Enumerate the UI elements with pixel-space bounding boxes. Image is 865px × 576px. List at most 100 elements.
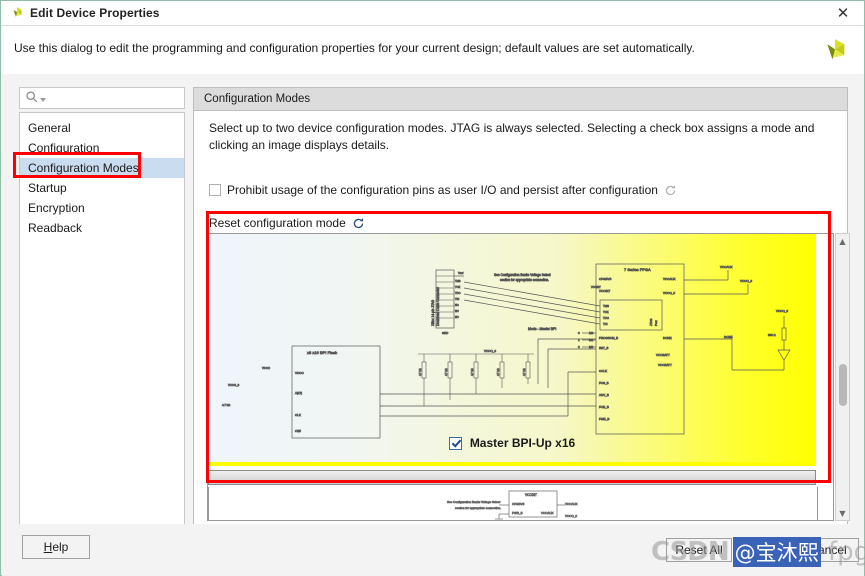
reset-all-button[interactable]: Reset All xyxy=(666,538,732,562)
title-bar: Edit Device Properties ✕ xyxy=(1,1,864,26)
sidebar-item-configuration[interactable]: Configuration xyxy=(20,138,184,158)
sidebar-item-encryption[interactable]: Encryption xyxy=(20,198,184,218)
svg-text:Mode - Master BPI: Mode - Master BPI xyxy=(528,327,556,331)
reset-circular-arrow-icon[interactable] xyxy=(352,217,365,230)
prohibit-config-pins-label: Prohibit usage of the configuration pins… xyxy=(227,183,658,197)
svg-text:VCCO_0: VCCO_0 xyxy=(776,309,788,313)
close-icon[interactable]: ✕ xyxy=(826,1,860,24)
prohibit-config-pins-row: Prohibit usage of the configuration pins… xyxy=(209,183,677,197)
main-panel: Configuration Modes Select up to two dev… xyxy=(193,87,850,531)
svg-text:TMS: TMS xyxy=(455,279,461,283)
panel-title: Configuration Modes xyxy=(204,93,311,105)
mode-card-next-partial[interactable]: VCCINT CFGBVS PWR_B VCCAUX VCCAUX VCCO_0… xyxy=(208,487,818,520)
mode-checkbox-master-bpi-up-x16[interactable] xyxy=(448,436,462,450)
svg-text:FCS_B: FCS_B xyxy=(599,381,609,385)
scrollbar-thumb[interactable] xyxy=(839,364,847,406)
svg-text:CFGBVS: CFGBVS xyxy=(599,277,611,281)
sidebar-item-configuration-modes[interactable]: Configuration Modes xyxy=(20,158,184,178)
schematic-diagram-partial: VCCINT CFGBVS PWR_B VCCAUX VCCAUX VCCO_0… xyxy=(447,490,578,520)
cancel-button[interactable]: Cancel xyxy=(797,538,859,562)
svg-text:TCK: TCK xyxy=(603,310,609,314)
svg-text:TDI: TDI xyxy=(603,322,608,326)
dialog-window: Edit Device Properties ✕ Use this dialog… xyxy=(0,0,865,576)
svg-text:PWR_B: PWR_B xyxy=(512,511,523,515)
sidebar-item-readback[interactable]: Readback xyxy=(20,218,184,238)
svg-text:0: 0 xyxy=(578,331,580,335)
svg-text:VCCO_0: VCCO_0 xyxy=(565,514,577,518)
search-input[interactable] xyxy=(46,90,172,106)
image-region-scrollbar[interactable]: ▲ ▼ xyxy=(835,233,850,521)
svg-text:TDO: TDO xyxy=(603,316,610,320)
svg-text:VCCAUX: VCCAUX xyxy=(720,265,733,269)
svg-text:VCCO: VCCO xyxy=(295,371,304,375)
svg-text:4.7 kΩ: 4.7 kΩ xyxy=(222,403,230,407)
svg-text:VCCO_0: VCCO_0 xyxy=(484,349,496,353)
svg-text:TCK: TCK xyxy=(455,285,460,289)
svg-text:4.7 kΩ: 4.7 kΩ xyxy=(444,368,448,376)
svg-text:VCCAUX: VCCAUX xyxy=(565,502,578,506)
mode-card-master-bpi-up-x16[interactable]: Xilinx 14-pin JTAG Download Cable Connec… xyxy=(208,234,816,466)
svg-text:NC: NC xyxy=(455,303,459,307)
svg-text:DONE: DONE xyxy=(663,336,672,340)
xilinx-logo-icon xyxy=(9,5,25,21)
svg-text:0: 0 xyxy=(578,345,580,349)
panel-description: Select up to two device configuration mo… xyxy=(209,121,815,152)
search-icon xyxy=(25,90,39,107)
svg-text:TDI: TDI xyxy=(455,297,459,301)
svg-text:4.7 kΩ: 4.7 kΩ xyxy=(418,368,422,376)
configuration-modes-image-region[interactable]: Xilinx 14-pin JTAG Download Cable Connec… xyxy=(207,233,834,521)
window-title: Edit Device Properties xyxy=(30,6,160,20)
svg-text:GND: GND xyxy=(442,331,448,335)
sidebar-item-startup[interactable]: Startup xyxy=(20,178,184,198)
svg-text:VCCBATT: VCCBATT xyxy=(658,363,672,367)
scroll-down-arrow-icon[interactable]: ▼ xyxy=(836,506,849,520)
svg-text:FOE_B: FOE_B xyxy=(599,405,609,409)
svg-text:VCCO_0: VCCO_0 xyxy=(228,383,240,387)
svg-text:CE#: CE# xyxy=(295,429,301,433)
svg-text:Port: Port xyxy=(654,320,658,326)
svg-text:NC: NC xyxy=(455,315,459,319)
help-button[interactable]: Help xyxy=(22,535,90,559)
svg-text:330 Ω: 330 Ω xyxy=(768,333,776,337)
sidebar: General Configuration Configuration Mode… xyxy=(19,87,187,531)
svg-text:CCLK: CCLK xyxy=(599,369,607,373)
svg-text:7 Series FPGA: 7 Series FPGA xyxy=(624,267,651,272)
sidebar-item-general[interactable]: General xyxy=(20,118,184,138)
svg-text:A[27]: A[27] xyxy=(295,391,302,395)
svg-text:VCCINT: VCCINT xyxy=(599,289,610,293)
svg-text:Vref: Vref xyxy=(458,271,464,275)
svg-text:x8 x16 BPI Flash: x8 x16 BPI Flash xyxy=(307,350,337,355)
prohibit-config-pins-checkbox[interactable] xyxy=(209,184,221,196)
help-button-mnemonic: H xyxy=(43,540,53,554)
xilinx-brand-logo-icon xyxy=(818,34,852,68)
svg-text:See Configuration Banks Voltag: See Configuration Banks Voltage Select xyxy=(447,500,500,504)
mode-card-separator xyxy=(208,470,816,485)
reset-configuration-mode-row: Reset configuration mode xyxy=(209,216,365,230)
svg-text:JTAG: JTAG xyxy=(649,318,653,326)
mode-label-master-bpi-up-x16: Master BPI-Up x16 xyxy=(469,436,576,450)
svg-text:VCCBATT: VCCBATT xyxy=(656,353,670,357)
svg-text:VCCO: VCCO xyxy=(262,366,271,370)
svg-text:See Configuration Banks Voltag: See Configuration Banks Voltage Select xyxy=(494,273,551,277)
svg-text:4.7 kΩ: 4.7 kΩ xyxy=(470,368,474,376)
help-button-label-rest: elp xyxy=(52,540,69,554)
schematic-diagram: Xilinx 14-pin JTAG Download Cable Connec… xyxy=(222,263,791,439)
scroll-up-arrow-icon[interactable]: ▲ xyxy=(836,234,849,248)
svg-text:Download Cable Connector: Download Cable Connector xyxy=(436,286,440,326)
svg-text:1: 1 xyxy=(578,338,580,342)
reset-circular-arrow-icon[interactable] xyxy=(664,184,677,197)
dialog-content: General Configuration Configuration Mode… xyxy=(2,74,864,531)
svg-text:INIT_B: INIT_B xyxy=(599,346,608,350)
svg-text:VCCAUX: VCCAUX xyxy=(541,511,554,515)
search-box[interactable] xyxy=(19,87,185,109)
reset-configuration-mode-label: Reset configuration mode xyxy=(209,216,346,230)
svg-text:VCCO_0: VCCO_0 xyxy=(663,291,675,295)
svg-text:FWE_B: FWE_B xyxy=(599,417,609,421)
banner-description: Use this dialog to edit the programming … xyxy=(14,41,695,55)
svg-text:NC: NC xyxy=(455,309,459,313)
svg-text:DONE: DONE xyxy=(724,335,733,339)
svg-text:CFGBVS: CFGBVS xyxy=(512,502,524,506)
svg-text:TDO: TDO xyxy=(455,291,460,295)
svg-text:section for appropriate connec: section for appropriate connection. xyxy=(455,506,501,510)
svg-text:VCCINT: VCCINT xyxy=(525,493,537,497)
